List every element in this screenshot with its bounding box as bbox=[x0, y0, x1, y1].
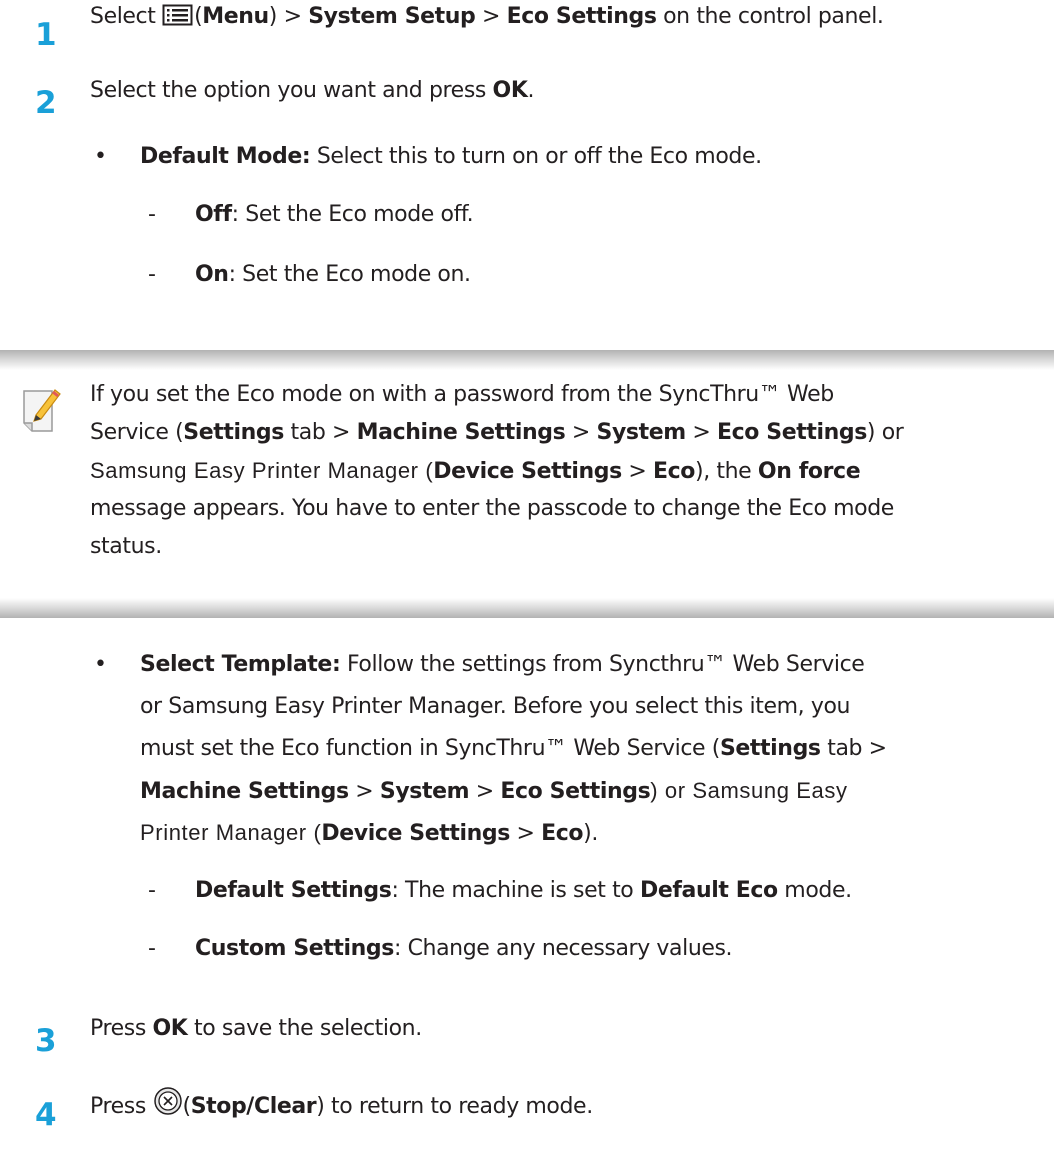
select-template-line-5: Printer Manager (Device Settings > Eco). bbox=[140, 820, 598, 846]
select-template-line-3: must set the Eco function in SyncThru™ W… bbox=[140, 736, 887, 761]
note-line-5: status. bbox=[90, 534, 162, 559]
bullet-select-template: • bbox=[94, 652, 107, 677]
dash-custom-settings: - bbox=[148, 936, 156, 961]
step-4-text: Press (Stop/Clear) to return to ready mo… bbox=[90, 1086, 593, 1125]
step-3-text: Press OK to save the selection. bbox=[90, 1016, 422, 1041]
bullet-default-mode: • bbox=[94, 144, 107, 169]
note-top-divider bbox=[0, 350, 1054, 370]
default-mode-text: Default Mode: Select this to turn on or … bbox=[140, 144, 762, 169]
step-number-4: 4 bbox=[35, 1097, 57, 1133]
default-settings-text: Default Settings: The machine is set to … bbox=[195, 878, 852, 903]
step-number-1: 1 bbox=[35, 17, 57, 53]
dash-on: - bbox=[148, 262, 156, 287]
menu-icon bbox=[162, 4, 194, 35]
note-line-1: If you set the Eco mode on with a passwo… bbox=[90, 382, 834, 407]
step-1-text: Select (Menu) > System Setup > Eco Setti… bbox=[90, 2, 884, 35]
note-line-2: Service (Settings tab > Machine Settings… bbox=[90, 420, 904, 445]
dash-default-settings: - bbox=[148, 878, 156, 903]
note-line-3: Samsung Easy Printer Manager (Device Set… bbox=[90, 458, 861, 484]
select-template-line-1: Select Template: Follow the settings fro… bbox=[140, 652, 865, 677]
dash-off: - bbox=[148, 202, 156, 227]
step-number-3: 3 bbox=[35, 1023, 57, 1059]
on-option-text: On: Set the Eco mode on. bbox=[195, 262, 471, 287]
custom-settings-text: Custom Settings: Change any necessary va… bbox=[195, 936, 733, 961]
step-2-text: Select the option you want and press OK. bbox=[90, 78, 535, 103]
manual-page: 1 Select (Menu) > System Setup > Eco Set… bbox=[0, 0, 1054, 1162]
note-bottom-divider bbox=[0, 598, 1054, 618]
stop-clear-icon bbox=[153, 1086, 183, 1125]
off-option-text: Off: Set the Eco mode off. bbox=[195, 202, 474, 227]
note-line-4: message appears. You have to enter the p… bbox=[90, 496, 894, 521]
step-number-2: 2 bbox=[35, 85, 57, 121]
select-template-line-4: Machine Settings > System > Eco Settings… bbox=[140, 778, 848, 804]
note-pencil-icon bbox=[22, 387, 62, 433]
select-template-line-2: or Samsung Easy Printer Manager. Before … bbox=[140, 694, 851, 719]
